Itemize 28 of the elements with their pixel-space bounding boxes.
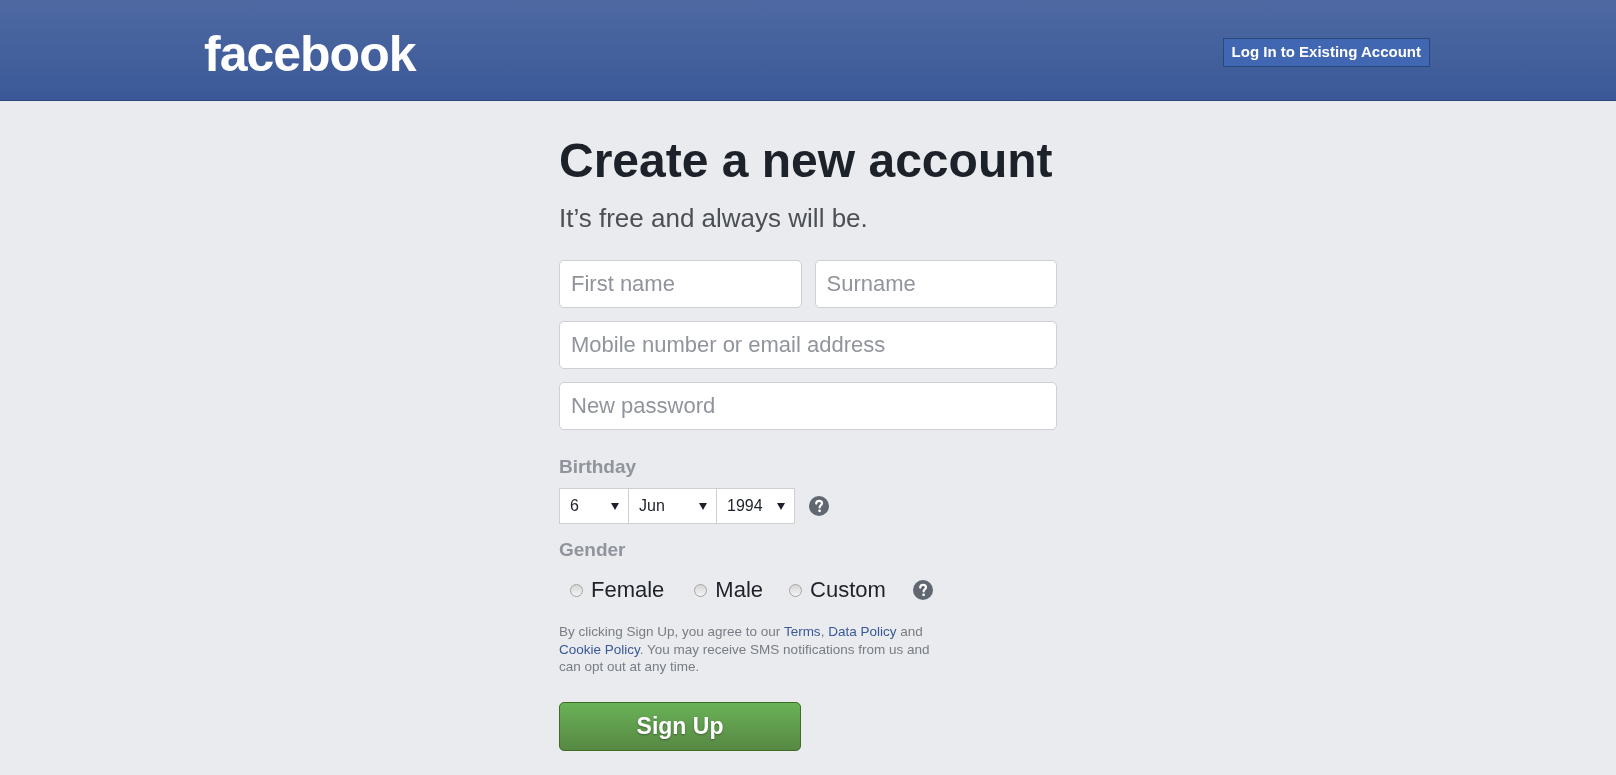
radio-label[interactable]: Male bbox=[715, 577, 764, 603]
terms-notice: By clicking Sign Up, you agree to our Terms, Data Policy and Cookie Policy. You may receive SMS notifications from us and can opt out at any time. bbox=[559, 623, 931, 676]
year-dropdown[interactable]: 1994 bbox=[717, 488, 795, 524]
gender-label: Gender bbox=[559, 539, 626, 561]
birthday-label: Birthday bbox=[559, 456, 637, 478]
radio-label[interactable]: Custom bbox=[810, 577, 886, 603]
radio-button[interactable] bbox=[694, 583, 708, 597]
page-title: Create a new account bbox=[559, 133, 1053, 189]
contact-field[interactable]: Mobile number or email address bbox=[559, 321, 1057, 369]
policy-link[interactable]: Terms bbox=[783, 624, 821, 639]
surname-field[interactable]: Surname bbox=[814, 260, 1057, 308]
policy-link[interactable]: Data Policy bbox=[828, 624, 897, 639]
radio-label[interactable]: Female bbox=[591, 577, 665, 603]
policy-link[interactable]: Cookie Policy bbox=[559, 641, 640, 657]
radio-button[interactable] bbox=[570, 583, 583, 597]
logo[interactable]: facebook bbox=[204, 29, 416, 79]
subtitle: It’s free and always will be. bbox=[559, 203, 868, 233]
month-dropdown[interactable]: Jun bbox=[629, 488, 717, 524]
help-icon[interactable] bbox=[809, 496, 829, 516]
caret-icon bbox=[611, 502, 619, 510]
caret-icon bbox=[777, 502, 785, 510]
password-field[interactable]: New password bbox=[559, 382, 1057, 430]
caret-icon bbox=[699, 502, 707, 510]
first-name-field[interactable]: First name bbox=[559, 260, 802, 308]
login-button[interactable]: Log In to Existing Account bbox=[1222, 38, 1430, 67]
radio-button[interactable] bbox=[789, 583, 803, 597]
help-icon[interactable] bbox=[912, 580, 933, 600]
day-dropdown[interactable]: 6 bbox=[559, 488, 629, 524]
